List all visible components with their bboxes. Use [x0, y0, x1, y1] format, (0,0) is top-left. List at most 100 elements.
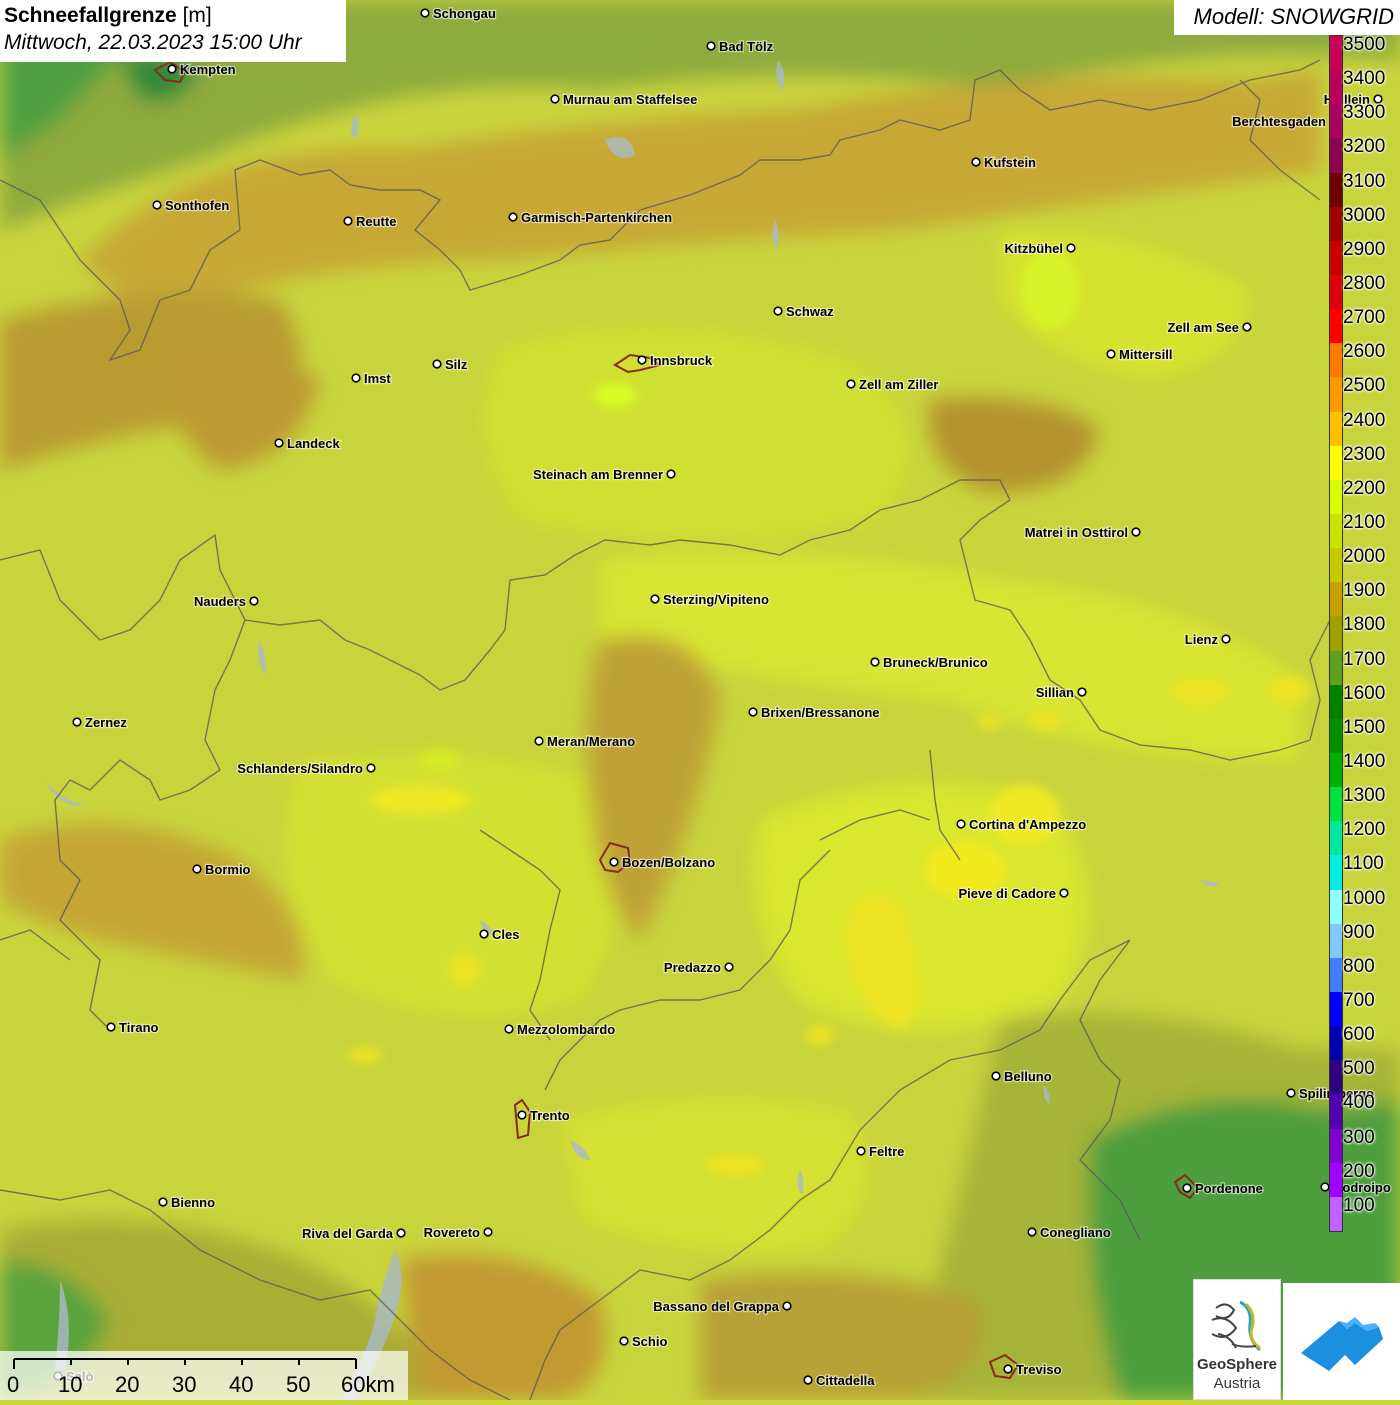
- legend-label: 300: [1343, 1126, 1375, 1148]
- scale-tick-label: 20: [115, 1372, 140, 1397]
- city-marker[interactable]: Bassano del Grappa: [652, 1298, 792, 1315]
- city-marker[interactable]: Cortina d'Ampezzo: [956, 816, 1088, 833]
- legend-label: 1100: [1343, 853, 1384, 875]
- city-dot: [706, 41, 716, 51]
- legend-swatch: [1330, 1162, 1342, 1198]
- city-dot: [158, 1197, 168, 1207]
- legend-swatch: [1330, 684, 1342, 720]
- legend-label: 900: [1343, 921, 1375, 943]
- city-dot: [856, 1146, 866, 1156]
- city-marker[interactable]: Zell am See: [1166, 319, 1252, 336]
- city-dot: [550, 94, 560, 104]
- legend-label: 1400: [1343, 751, 1386, 772]
- city-dot: [748, 707, 758, 717]
- legend-label: 2900: [1343, 238, 1386, 260]
- scale-tick-label: 10: [58, 1372, 83, 1397]
- city-label: Riva del Garda: [302, 1226, 394, 1241]
- city-dot: [1242, 322, 1252, 332]
- city-label: Garmisch-Partenkirchen: [521, 210, 672, 225]
- city-label: Bruneck/Brunico: [883, 655, 988, 670]
- city-label: Tirano: [119, 1020, 159, 1035]
- legend-label: 1800: [1343, 614, 1386, 636]
- legend-label: 2200: [1343, 477, 1386, 499]
- city-label: Brixen/Bressanone: [761, 705, 880, 720]
- city-marker[interactable]: Zell am Ziller: [846, 376, 940, 393]
- city-label: Sterzing/Vipiteno: [663, 592, 769, 607]
- city-dot: [343, 216, 353, 226]
- legend-swatch: [1330, 514, 1342, 549]
- city-marker[interactable]: Sterzing/Vipiteno: [650, 591, 770, 608]
- valid-datetime: Mittwoch, 22.03.2023 15:00 Uhr: [4, 31, 302, 54]
- legend-label: 2500: [1343, 375, 1386, 397]
- city-marker[interactable]: Matrei in Osttirol: [1023, 524, 1141, 541]
- snowfall-line-map[interactable]: Schongau Kempten Bad Tölz Murnau am Staffel…: [0, 0, 1400, 1400]
- city-label: Feltre: [869, 1144, 904, 1159]
- city-label: Bozen/Bolzano: [622, 855, 715, 870]
- legend-label: 3500: [1343, 34, 1386, 55]
- legend-swatch: [1330, 240, 1342, 276]
- geosphere-austria-logo[interactable]: GeoSphere Austria: [1193, 1279, 1281, 1400]
- city-label: Mezzolombardo: [517, 1022, 615, 1037]
- city-label: Nauders: [194, 594, 246, 609]
- city-marker[interactable]: Pieve di Cadore: [957, 885, 1069, 902]
- city-dot: [534, 736, 544, 746]
- city-label: Schlanders/Silandro: [237, 761, 363, 776]
- city-marker[interactable]: Schlanders/Silandro: [236, 760, 376, 777]
- city-dot: [72, 717, 82, 727]
- city-dot: [1131, 527, 1141, 537]
- city-dot: [782, 1301, 792, 1311]
- city-marker[interactable]: Murnau am Staffelsee: [550, 91, 699, 108]
- city-marker[interactable]: Bruneck/Brunico: [870, 654, 989, 671]
- city-marker[interactable]: Meran/Merano: [534, 733, 636, 750]
- legend-label: 3400: [1343, 68, 1386, 90]
- legend-swatch: [1330, 753, 1342, 788]
- legend-swatch: [1330, 923, 1342, 959]
- city-dot: [167, 64, 177, 74]
- city-marker[interactable]: Berchtesgaden: [1231, 113, 1339, 130]
- legend-swatch: [1330, 206, 1342, 242]
- city-dot: [274, 438, 284, 448]
- city-label: Belluno: [1004, 1069, 1052, 1084]
- city-marker[interactable]: Pordenone: [1182, 1180, 1264, 1197]
- legend-label: 2700: [1343, 307, 1386, 329]
- city-label: Murnau am Staffelsee: [563, 92, 697, 107]
- city-marker[interactable]: Innsbruck: [637, 352, 714, 369]
- city-dot: [724, 962, 734, 972]
- city-dot: [956, 819, 966, 829]
- city-label: Imst: [364, 371, 391, 386]
- city-marker[interactable]: Garmisch-Partenkirchen: [508, 209, 673, 226]
- city-label: Conegliano: [1040, 1225, 1111, 1240]
- app-logo[interactable]: [1283, 1283, 1400, 1400]
- city-label: Reutte: [356, 214, 396, 229]
- legend-label: 2800: [1343, 273, 1386, 294]
- legend-swatch: [1330, 36, 1342, 71]
- city-marker[interactable]: Mezzolombardo: [504, 1021, 617, 1038]
- city-marker[interactable]: Brixen/Bressanone: [748, 704, 881, 721]
- city-marker[interactable]: Riva del Garda: [301, 1225, 406, 1242]
- city-dot: [1286, 1088, 1296, 1098]
- city-label: Kufstein: [984, 155, 1036, 170]
- scale-bar: 0 10 20 30 40 50 60km: [0, 1351, 408, 1400]
- legend-swatch: [1330, 582, 1342, 617]
- legend-label: 700: [1343, 990, 1375, 1011]
- legend-swatch: [1330, 275, 1342, 310]
- city-label: Cortina d'Ampezzo: [969, 817, 1086, 832]
- city-marker[interactable]: Sonthofen: [152, 197, 231, 214]
- city-label: Steinach am Brenner: [533, 467, 663, 482]
- city-label: Pordenone: [1195, 1181, 1263, 1196]
- city-label: Lienz: [1185, 632, 1219, 647]
- city-marker[interactable]: Steinach am Brenner: [532, 466, 676, 483]
- city-dot: [1182, 1183, 1192, 1193]
- city-label: Silz: [445, 357, 468, 372]
- scale-tick-label: 60km: [341, 1372, 395, 1397]
- legend-swatch: [1330, 992, 1342, 1027]
- city-label: Pieve di Cadore: [958, 886, 1056, 901]
- city-marker[interactable]: Bozen/Bolzano: [609, 854, 716, 871]
- city-dot: [619, 1336, 629, 1346]
- city-marker[interactable]: Schongau: [420, 5, 497, 22]
- legend-label: 1500: [1343, 716, 1386, 738]
- city-marker[interactable]: Conegliano: [1027, 1224, 1112, 1241]
- city-label: Bormio: [205, 862, 251, 877]
- legend-label: 1200: [1343, 819, 1386, 841]
- parameter-unit: [m]: [182, 4, 212, 27]
